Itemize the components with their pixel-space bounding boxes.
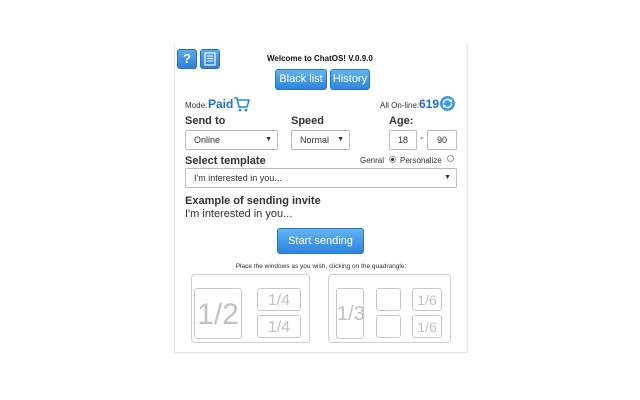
chevron-down-icon: ▼ xyxy=(444,174,451,181)
example-label: Example of sending invite xyxy=(185,195,321,207)
online-count: 619 xyxy=(419,97,440,111)
window-slot-quarter-bottom[interactable]: 1/4 xyxy=(257,315,301,338)
blacklist-button[interactable]: Black list xyxy=(275,69,327,90)
notes-button[interactable] xyxy=(200,49,220,69)
template-value: I'm interested in you... xyxy=(194,173,282,183)
layout-instruction: Place the windows as you wish, clicking … xyxy=(235,263,407,270)
start-sending-button[interactable]: Start sending xyxy=(277,228,364,254)
template-label: Select template xyxy=(185,155,266,167)
refresh-icon[interactable] xyxy=(439,95,456,112)
age-min-input[interactable]: 18 xyxy=(389,130,417,150)
layout-option-half-quarters[interactable]: 1/2 1/4 1/4 xyxy=(191,274,310,343)
template-select[interactable]: I'm interested in you... ▼ xyxy=(185,168,457,188)
age-max-input[interactable]: 90 xyxy=(427,130,457,150)
window-slot-blank-bottom[interactable] xyxy=(376,315,401,338)
window-slot-third[interactable]: 1/3 xyxy=(336,288,365,339)
chevron-down-icon: ▼ xyxy=(265,136,272,143)
radio-general[interactable] xyxy=(389,156,396,163)
speed-label: Speed xyxy=(291,115,325,127)
window-slot-half[interactable]: 1/2 xyxy=(194,288,242,339)
send-to-label: Send to xyxy=(185,115,226,127)
example-text: I'm interested in you... xyxy=(185,208,293,220)
age-label: Age: xyxy=(389,115,414,127)
notes-icon xyxy=(204,52,216,66)
speed-select[interactable]: Normal ▼ xyxy=(291,130,350,150)
speed-value: Normal xyxy=(300,135,330,145)
cart-icon[interactable] xyxy=(233,96,251,112)
radio-personalize-label: Personalize xyxy=(400,156,442,165)
online-label: All On-line: xyxy=(380,101,420,110)
age-separator: - xyxy=(420,133,424,144)
window-slot-sixth-top[interactable]: 1/6 xyxy=(412,288,442,311)
radio-general-label: Genral xyxy=(360,156,385,165)
extension-panel: ? Welcome to ChatOS! V.0.9.0 Black list … xyxy=(174,44,468,353)
send-to-value: Online xyxy=(194,135,221,145)
app-title: Welcome to ChatOS! V.0.9.0 xyxy=(267,54,373,63)
mode-label: Mode: xyxy=(185,101,208,110)
help-icon: ? xyxy=(183,51,191,66)
history-button[interactable]: History xyxy=(330,69,370,90)
help-button[interactable]: ? xyxy=(177,49,197,69)
radio-personalize[interactable] xyxy=(447,155,454,162)
window-slot-sixth-bottom[interactable]: 1/6 xyxy=(412,315,442,338)
mode-value: Paid xyxy=(208,97,234,111)
chevron-down-icon: ▼ xyxy=(337,136,344,143)
send-to-select[interactable]: Online ▼ xyxy=(185,130,278,150)
window-slot-blank-top[interactable] xyxy=(376,288,401,311)
layout-option-third-sixths[interactable]: 1/3 1/6 1/6 xyxy=(328,274,451,343)
window-slot-quarter-top[interactable]: 1/4 xyxy=(257,288,301,311)
